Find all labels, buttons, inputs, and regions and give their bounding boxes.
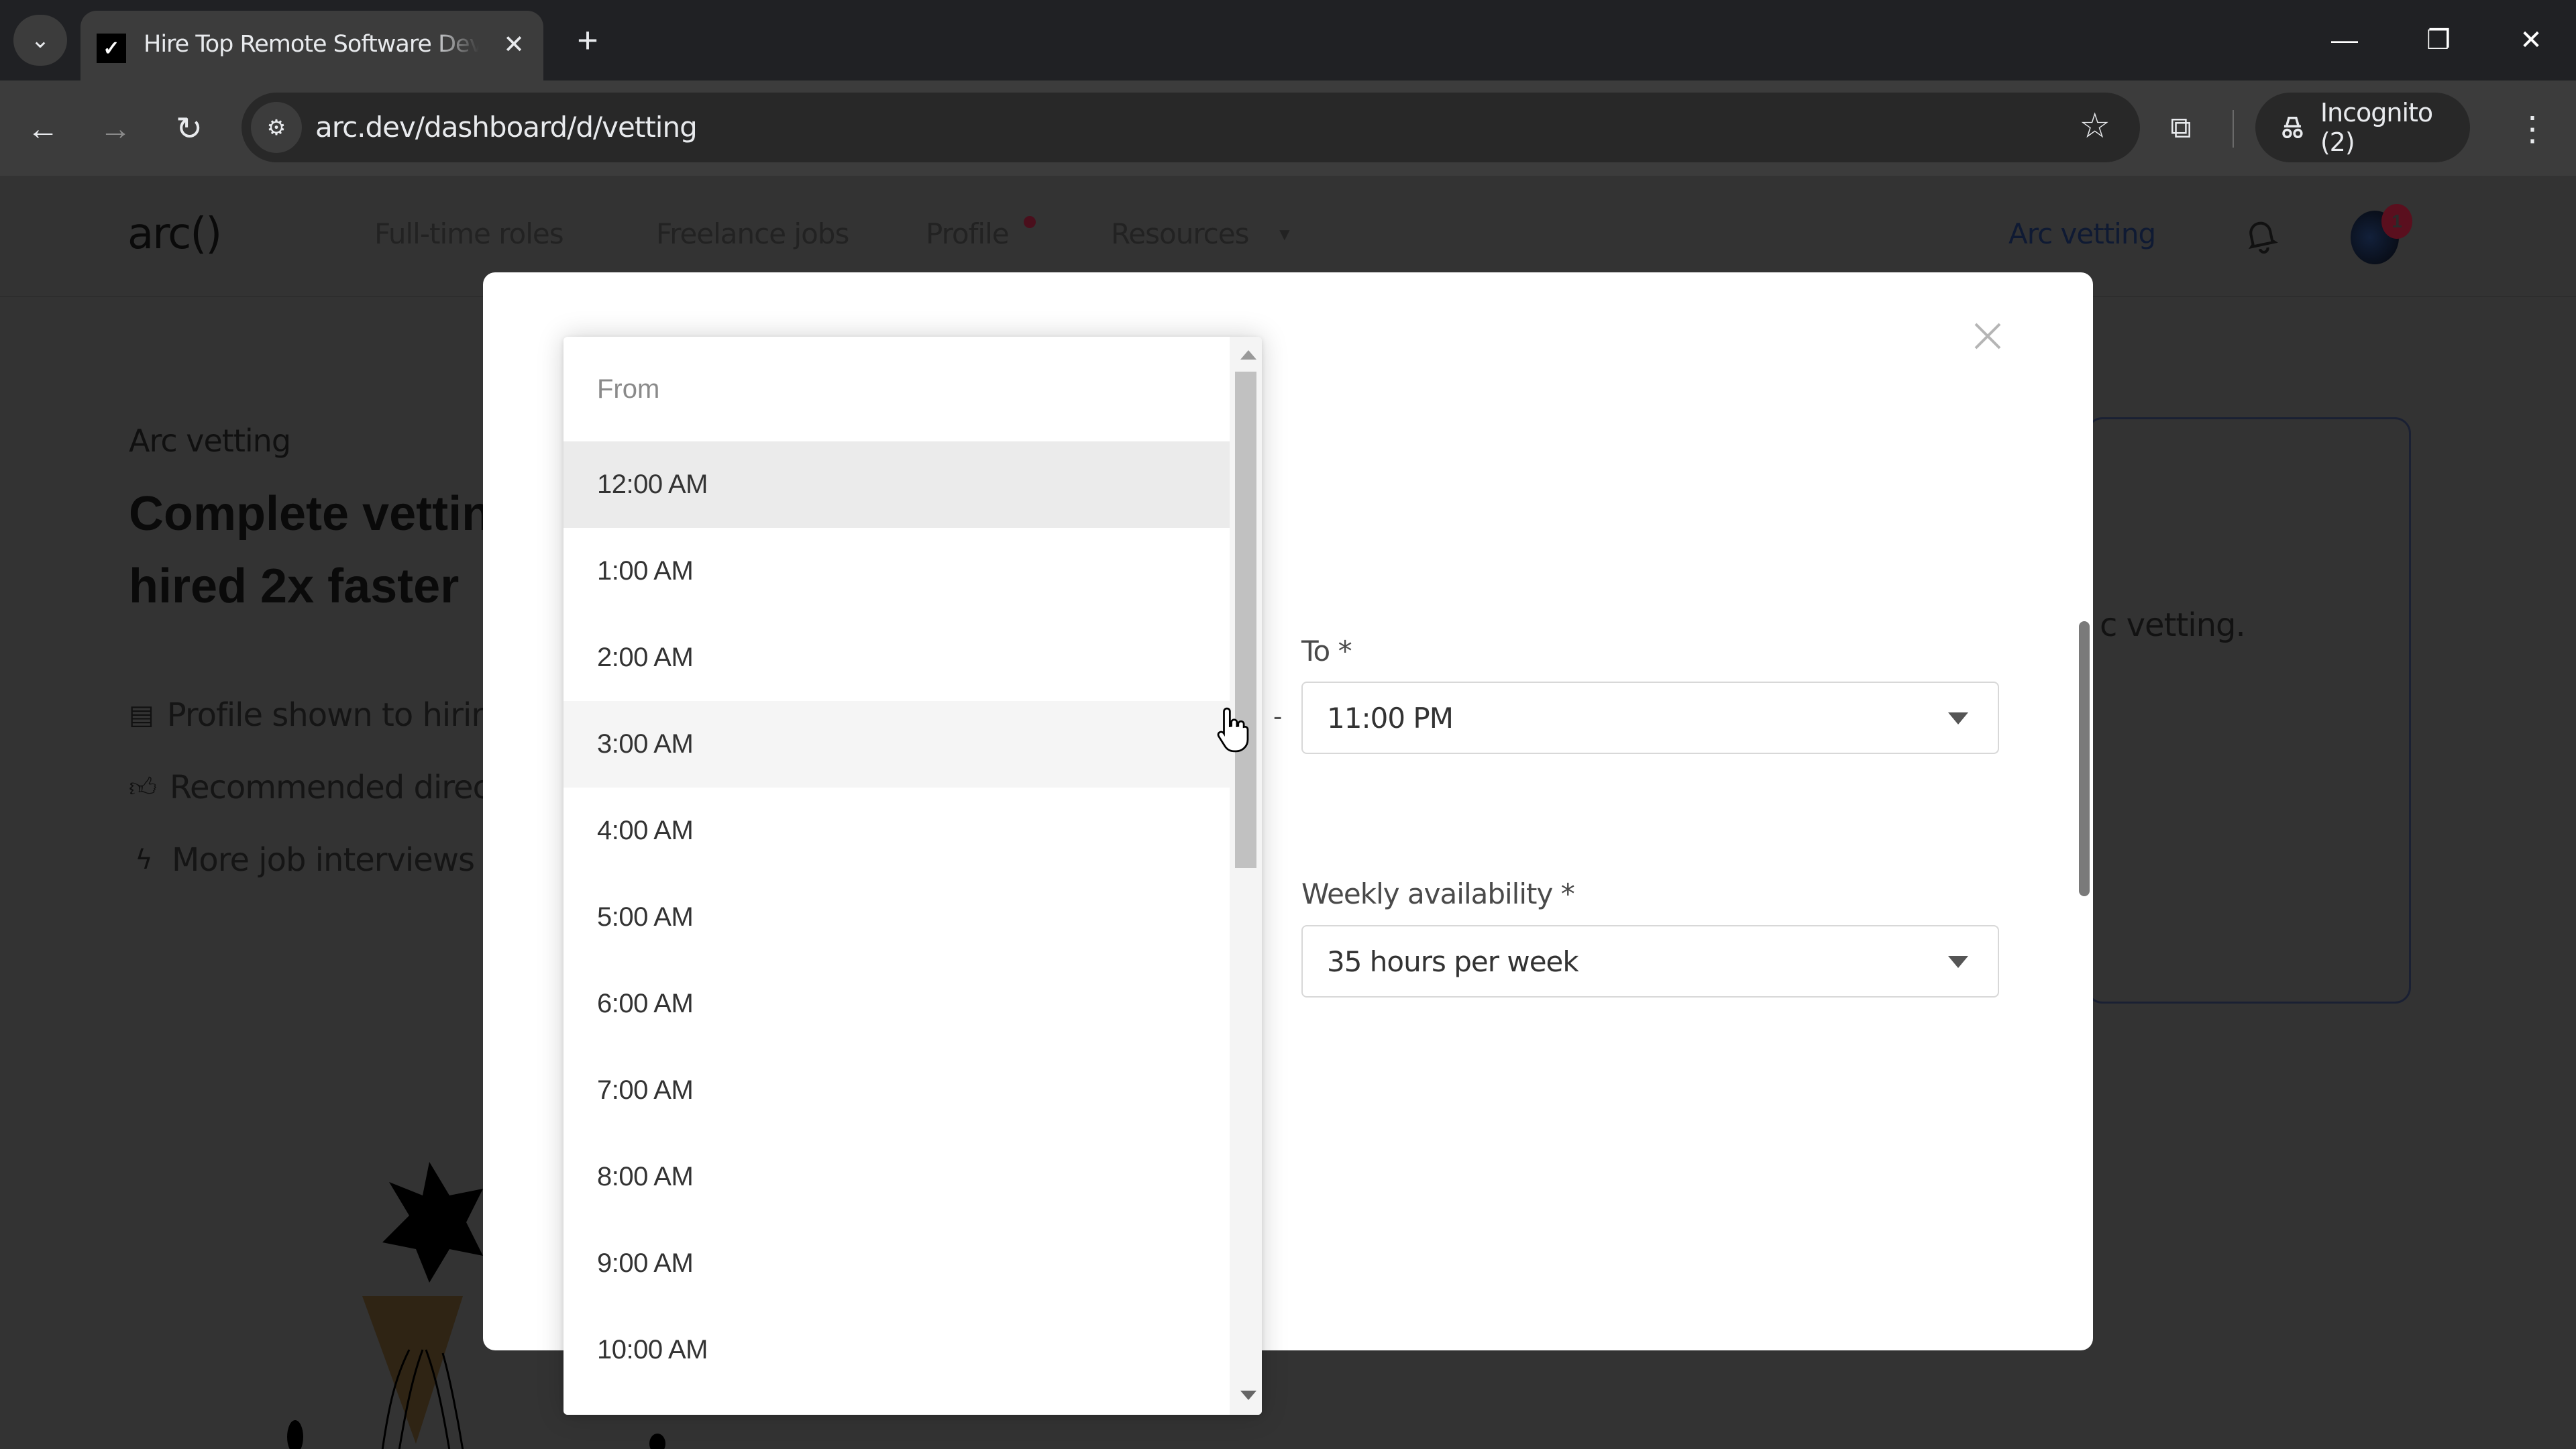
profile-notification-dot (1024, 216, 1036, 228)
to-select-value: 11:00 PM (1327, 702, 1454, 735)
lightning-icon: ϟ (135, 845, 152, 875)
dropdown-scrollbar[interactable] (1230, 337, 1262, 1415)
nav-arc-vetting[interactable]: Arc vetting (2008, 217, 2156, 250)
from-options: From 12:00 AM 1:00 AM 2:00 AM 3:00 AM 4:… (564, 337, 1230, 1415)
option-1am[interactable]: 1:00 AM (564, 528, 1230, 614)
from-dropdown-header: From (597, 374, 660, 404)
site-info-button[interactable]: ⚙ (251, 102, 302, 153)
option-7am[interactable]: 7:00 AM (564, 1047, 1230, 1134)
nav-freelance-jobs[interactable]: Freelance jobs (656, 217, 849, 250)
range-separator: - (1273, 702, 1283, 731)
browser-tab[interactable]: ✓ Hire Top Remote Software Developers ✕ (80, 11, 543, 80)
option-10am[interactable]: 10:00 AM (564, 1307, 1230, 1393)
option-5am[interactable]: 5:00 AM (564, 874, 1230, 961)
hero-title: Complete vetting hired 2x faster (129, 478, 504, 623)
benefit-text: More job interviews (172, 841, 475, 879)
reload-button[interactable]: ↻ (165, 105, 213, 153)
section-eyebrow: Arc vetting (129, 423, 291, 459)
caret-down-icon (1948, 956, 1968, 968)
plus-icon: + (577, 20, 598, 60)
option-6am[interactable]: 6:00 AM (564, 961, 1230, 1047)
nav-resources[interactable]: Resources (1111, 217, 1249, 250)
scroll-up-arrow-icon[interactable] (1240, 350, 1256, 360)
incognito-label: Incognito (2) (2320, 98, 2433, 157)
weekly-availability-label: Weekly availability * (1301, 877, 1575, 910)
arc-logo-icon: ✓ (97, 34, 126, 63)
window-close-button[interactable]: ✕ (2494, 13, 2568, 67)
toolbar-divider (2233, 110, 2234, 148)
modal-close-button[interactable] (1964, 313, 2011, 360)
address-bar[interactable]: ⚙ arc.dev/dashboard/d/vetting ☆ (241, 93, 2140, 162)
background-card-text: c vetting. (2100, 606, 2246, 644)
tab-close-button[interactable]: ✕ (496, 27, 531, 62)
browser-menu-button[interactable]: ⋮ (2509, 105, 2556, 153)
browser-tab-bar: ⌄ ✓ Hire Top Remote Software Developers … (0, 0, 2576, 80)
option-9am[interactable]: 9:00 AM (564, 1220, 1230, 1307)
to-label: To * (1301, 635, 1352, 667)
forward-button[interactable]: → (91, 105, 140, 153)
bell-icon[interactable] (2238, 213, 2285, 260)
scroll-down-arrow-icon[interactable] (1240, 1391, 1256, 1400)
incognito-icon (2282, 116, 2303, 139)
arc-logo[interactable]: arc() (127, 209, 222, 259)
benefit-item: 👍︎ Recommended directly (129, 769, 491, 806)
hero-title-line-2: hired 2x faster (129, 559, 460, 613)
caret-down-icon: ▼ (1276, 224, 1293, 244)
modal-scrollbar[interactable] (2079, 621, 2090, 896)
tab-search-button[interactable]: ⌄ (13, 15, 67, 66)
close-icon: ✕ (2520, 25, 2542, 55)
benefit-item: ϟ More job interviews (129, 841, 491, 879)
avatar-notification-badge: 1 (2381, 204, 2412, 239)
star-icon: ☆ (2079, 107, 2110, 146)
minimize-button[interactable]: — (2308, 13, 2381, 67)
close-icon (1974, 323, 2001, 350)
background-card (2086, 417, 2411, 1004)
back-button[interactable]: ← (19, 105, 67, 153)
reload-icon: ↻ (175, 111, 203, 147)
dropdown-scroll-thumb[interactable] (1235, 372, 1256, 868)
tune-icon: ⚙ (266, 115, 286, 140)
chevron-down-icon: ⌄ (30, 28, 50, 53)
document-icon: ▤ (129, 700, 154, 731)
caret-down-icon (1948, 712, 1968, 724)
option-4am[interactable]: 4:00 AM (564, 788, 1230, 874)
hero-title-line-1: Complete vetting (129, 487, 504, 541)
weekly-availability-select[interactable]: 35 hours per week (1301, 925, 1999, 998)
arrow-left-icon: ← (27, 111, 59, 147)
option-12am[interactable]: 12:00 AM (564, 441, 1230, 528)
option-3am[interactable]: 3:00 AM (564, 701, 1230, 788)
restore-icon: ❐ (2426, 25, 2451, 55)
benefit-text: Profile shown to hiring (166, 696, 491, 734)
nav-full-time-roles[interactable]: Full-time roles (374, 217, 564, 250)
benefit-text: Recommended directly (169, 769, 491, 806)
new-tab-button[interactable]: + (568, 20, 608, 60)
url-text[interactable]: arc.dev/dashboard/d/vetting (315, 111, 698, 144)
browser-toolbar: ← → ↻ ⚙ arc.dev/dashboard/d/vetting ☆ ⧉ … (0, 80, 2576, 176)
option-8am[interactable]: 8:00 AM (564, 1134, 1230, 1220)
weekly-availability-value: 35 hours per week (1327, 945, 1579, 978)
restore-button[interactable]: ❐ (2402, 13, 2475, 67)
option-2am[interactable]: 2:00 AM (564, 614, 1230, 701)
to-select[interactable]: 11:00 PM (1301, 682, 1999, 754)
hand-cursor-icon (1217, 707, 1249, 753)
extensions-button[interactable]: ⧉ (2159, 106, 2203, 150)
thumbs-up-icon: 👍︎ (129, 772, 157, 803)
puzzle-icon: ⧉ (2170, 111, 2192, 144)
minimize-icon: — (2331, 25, 2358, 55)
incognito-profile-button[interactable]: Incognito (2) (2255, 93, 2470, 162)
close-icon: ✕ (503, 30, 525, 59)
tab-title: Hire Top Remote Software Developers (144, 31, 479, 58)
bookmark-button[interactable]: ☆ (2079, 106, 2110, 146)
nav-profile[interactable]: Profile (926, 217, 1010, 250)
kebab-icon: ⋮ (2516, 110, 2549, 148)
benefit-item: ▤ Profile shown to hiring (129, 696, 491, 734)
from-dropdown-list[interactable]: From 12:00 AM 1:00 AM 2:00 AM 3:00 AM 4:… (564, 337, 1262, 1415)
arrow-right-icon: → (99, 111, 131, 147)
